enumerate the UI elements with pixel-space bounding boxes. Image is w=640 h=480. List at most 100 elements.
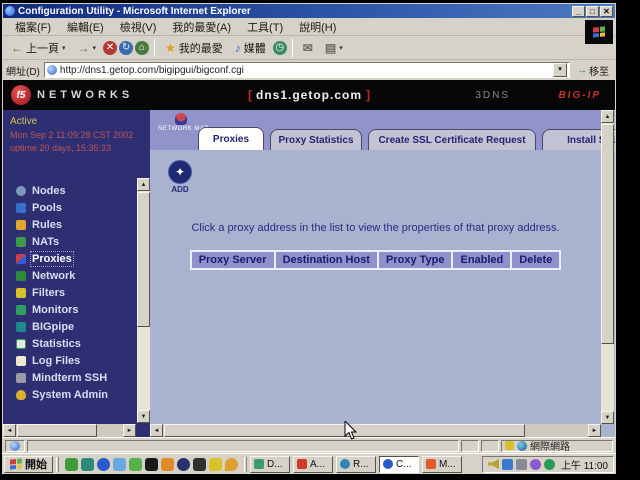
task-window-button-active[interactable]: C... [379, 456, 419, 473]
tab-proxy-statistics[interactable]: Proxy Statistics [270, 129, 362, 150]
sidebar-item-network[interactable]: Network [3, 267, 135, 284]
menu-file[interactable]: 檔案(F) [7, 18, 59, 36]
network-map-button[interactable]: NETWORK MAP [158, 113, 204, 132]
refresh-button[interactable]: ↻ [119, 41, 133, 55]
media-icon: ♪ [235, 42, 241, 54]
mail-button[interactable]: ✉ [298, 40, 318, 56]
scrollbar-thumb[interactable] [17, 424, 97, 437]
tab-proxies[interactable]: Proxies [198, 127, 264, 150]
monitors-icon [16, 305, 26, 315]
add-icon: ✦ [175, 165, 185, 179]
quicklaunch-icon[interactable] [177, 458, 190, 471]
scroll-left-icon[interactable]: ◄ [150, 424, 163, 437]
column-header-delete[interactable]: Delete [510, 252, 559, 268]
banner-link-bigip[interactable]: BIG-IP [558, 90, 601, 101]
scroll-down-icon[interactable]: ▼ [137, 410, 150, 423]
go-button[interactable]: → 移至 [574, 62, 612, 79]
task-window-button[interactable]: A... [293, 456, 333, 473]
forward-button[interactable]: → ▾ [73, 40, 102, 56]
scroll-left-icon[interactable]: ◄ [3, 424, 16, 437]
banner-link-3dns[interactable]: 3DNS [475, 90, 510, 101]
task-window-button[interactable]: R... [336, 456, 376, 473]
volume-icon[interactable] [488, 459, 499, 470]
task-window-button[interactable]: M... [422, 456, 462, 473]
scroll-down-icon[interactable]: ▼ [601, 411, 614, 424]
favorites-button[interactable]: ★ 我的最愛 [160, 38, 228, 58]
sidebar-horizontal-scrollbar[interactable]: ◄ ► [3, 424, 136, 437]
column-header-proxy-server[interactable]: Proxy Server [192, 252, 274, 268]
sidebar-item-proxies[interactable]: Proxies [3, 250, 135, 267]
sidebar-item-pools[interactable]: Pools [3, 199, 135, 216]
quicklaunch-icon[interactable] [225, 458, 238, 471]
sidebar-item-rules[interactable]: Rules [3, 216, 135, 233]
minimize-button[interactable]: _ [572, 6, 585, 17]
taskbar: 開始 D... A... R... C... M... [2, 453, 616, 474]
quicklaunch-icon[interactable] [145, 458, 158, 471]
task-window-button[interactable]: D... [250, 456, 290, 473]
print-button[interactable]: ▤ ▾ [320, 40, 348, 56]
sidebar-vertical-scrollbar[interactable]: ▲ ▼ [137, 178, 150, 423]
quicklaunch-icon[interactable] [97, 458, 110, 471]
scrollbar-thumb[interactable] [601, 124, 614, 344]
sidebar-item-system-admin[interactable]: System Admin [3, 386, 135, 403]
toolbar: ← 上一頁 ▾ → ▾ ✕ ↻ ⌂ ★ 我的最愛 ♪ 媒體 ◷ ✉ ▤ ▾ [3, 36, 615, 60]
sidebar-item-monitors[interactable]: Monitors [3, 301, 135, 318]
sidebar-item-bigpipe[interactable]: BIGpipe [3, 318, 135, 335]
quicklaunch-icon[interactable] [161, 458, 174, 471]
quicklaunch-icon[interactable] [81, 458, 94, 471]
security-zone-pane: 網際網路 [501, 440, 613, 452]
address-dropdown-icon[interactable]: ▾ [553, 63, 567, 77]
menu-edit[interactable]: 編輯(E) [59, 18, 112, 36]
sidebar-item-filters[interactable]: Filters [3, 284, 135, 301]
quicklaunch-icon[interactable] [113, 458, 126, 471]
scroll-right-icon[interactable]: ► [123, 424, 136, 437]
menu-help[interactable]: 說明(H) [291, 18, 344, 36]
menu-view[interactable]: 檢視(V) [112, 18, 165, 36]
back-button[interactable]: ← 上一頁 ▾ [6, 38, 71, 58]
sidebar-item-mindterm-ssh[interactable]: Mindterm SSH [3, 369, 135, 386]
system-admin-icon [16, 390, 26, 400]
main-horizontal-scrollbar[interactable]: ◄ ► [150, 424, 601, 437]
media-button[interactable]: ♪ 媒體 [230, 38, 271, 58]
home-button[interactable]: ⌂ [135, 41, 149, 55]
scroll-right-icon[interactable]: ► [588, 424, 601, 437]
sidebar-item-statistics[interactable]: Statistics [3, 335, 135, 352]
add-proxy-button[interactable]: ✦ ADD [164, 160, 196, 194]
quicklaunch-icon[interactable] [129, 458, 142, 471]
menu-favorites[interactable]: 我的最愛(A) [164, 18, 239, 36]
sidebar-item-nats[interactable]: NATs [3, 233, 135, 250]
maximize-button[interactable]: □ [586, 6, 599, 17]
display-icon[interactable] [516, 459, 527, 470]
back-dropdown-icon[interactable]: ▾ [62, 44, 66, 52]
history-button[interactable]: ◷ [273, 41, 287, 55]
main-vertical-scrollbar[interactable]: ▲ ▼ [601, 110, 614, 424]
bigpipe-icon [16, 322, 26, 332]
address-input[interactable]: http://dns1.getop.com/bigipgui/bigconf.c… [44, 62, 570, 78]
scroll-up-icon[interactable]: ▲ [137, 178, 150, 191]
forward-dropdown-icon[interactable]: ▾ [93, 44, 97, 52]
column-header-enabled[interactable]: Enabled [451, 252, 510, 268]
quicklaunch-icon[interactable] [209, 458, 222, 471]
scroll-up-icon[interactable]: ▲ [601, 110, 614, 123]
taskbar-clock[interactable]: 上午 11:00 [561, 457, 608, 472]
sidebar-item-nodes[interactable]: Nodes [3, 182, 135, 199]
tray-app-icon[interactable] [544, 459, 555, 470]
app-icon [383, 459, 393, 469]
column-header-destination-host[interactable]: Destination Host [274, 252, 377, 268]
sidebar-item-log-files[interactable]: Log Files [3, 352, 135, 369]
menu-tools[interactable]: 工具(T) [239, 18, 291, 36]
scrollbar-thumb[interactable] [137, 192, 150, 327]
messenger-icon[interactable] [502, 459, 513, 470]
go-icon: → [577, 65, 587, 76]
column-header-proxy-type[interactable]: Proxy Type [377, 252, 452, 268]
quicklaunch-icon[interactable] [193, 458, 206, 471]
print-dropdown-icon[interactable]: ▾ [339, 44, 343, 52]
address-url[interactable]: http://dns1.getop.com/bigipgui/bigconf.c… [60, 65, 550, 76]
start-button[interactable]: 開始 [4, 456, 53, 473]
stop-button[interactable]: ✕ [103, 41, 117, 55]
proxy-table: Proxy Server Destination Host Proxy Type… [150, 250, 601, 270]
tray-app-icon[interactable] [530, 459, 541, 470]
quicklaunch-icon[interactable] [65, 458, 78, 471]
tab-create-ssl-certificate-request[interactable]: Create SSL Certificate Request [368, 129, 536, 150]
close-button[interactable]: ✕ [600, 6, 613, 17]
